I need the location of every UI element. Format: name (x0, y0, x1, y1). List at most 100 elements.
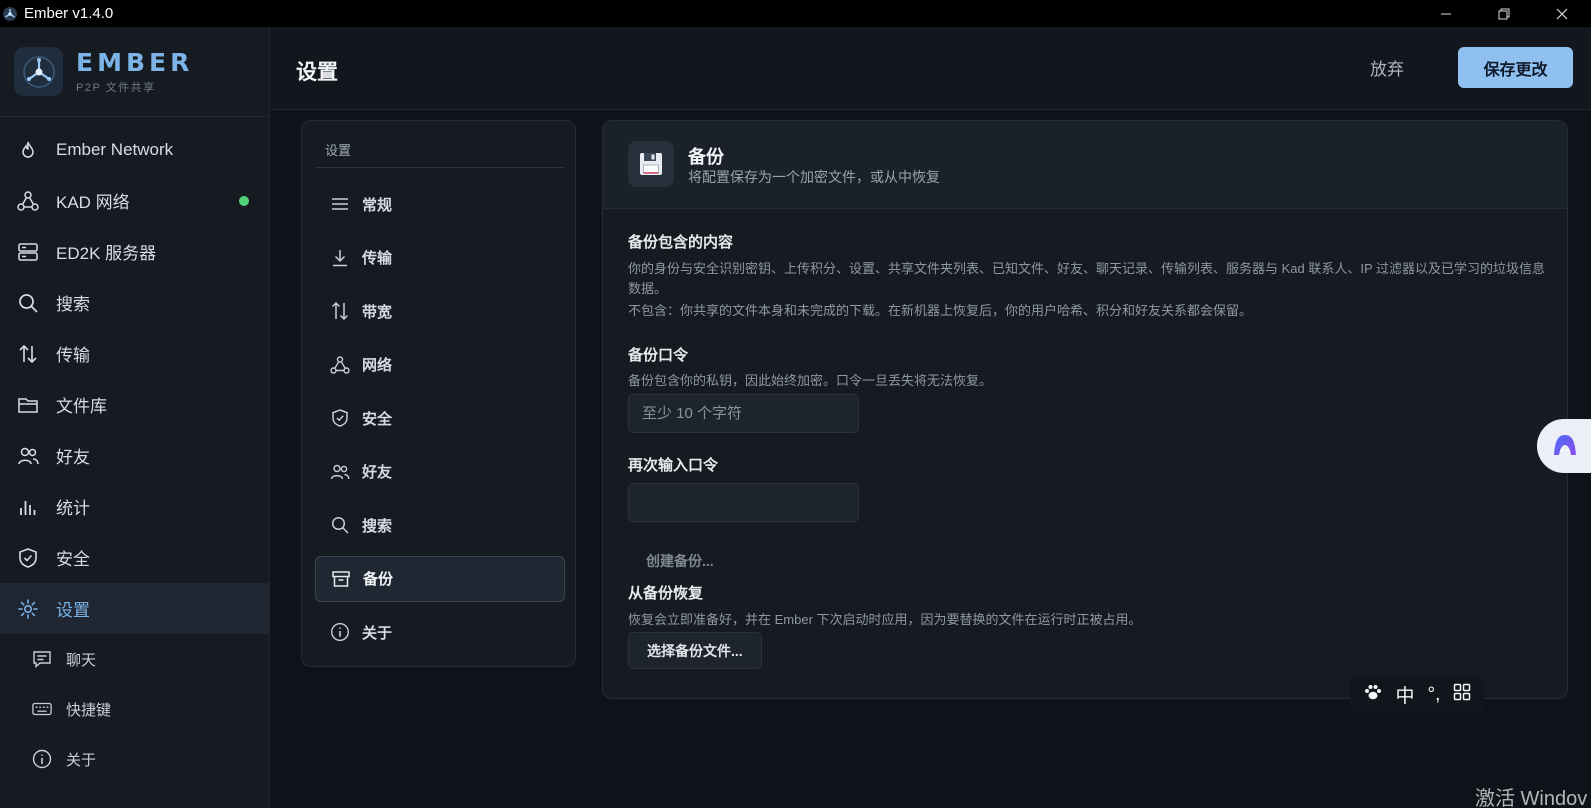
save-changes-button[interactable]: 保存更改 (1458, 47, 1573, 88)
page-header: 设置 放弃 保存更改 (271, 27, 1591, 110)
settings-tab-label: 备份 (363, 571, 394, 588)
sidebar-item-label: ED2K 服务器 (56, 244, 157, 263)
settings-tab-bandwidth[interactable]: 带宽 (315, 288, 565, 334)
sidebar-item-label: 搜索 (56, 295, 90, 314)
ember-logo (14, 47, 63, 96)
choose-backup-file-button[interactable]: 选择备份文件... (628, 632, 762, 669)
settings-tab-transfers[interactable]: 传输 (315, 235, 565, 281)
grid-icon[interactable] (1453, 683, 1471, 707)
sidebar-item-label: 安全 (56, 550, 90, 569)
sidebar-item-label: 好友 (56, 448, 90, 467)
sidebar-item-kad-network[interactable]: KAD 网络 (0, 175, 269, 226)
sidebar-subitem-label: 快捷键 (66, 701, 112, 719)
create-backup-button[interactable]: 创建备份... (628, 542, 732, 579)
minimize-button[interactable] (1417, 0, 1475, 27)
assistant-icon (1554, 435, 1576, 455)
sidebar: EMBER P2P 文件共享 Ember Network KAD 网络 ED2K… (0, 27, 270, 808)
sidebar-item-ed2k-servers[interactable]: ED2K 服务器 (0, 226, 269, 277)
contents-text: 你的身份与安全识别密钥、上传积分、设置、共享文件夹列表、已知文件、好友、聊天记录… (628, 261, 1546, 296)
sidebar-item-settings[interactable]: 设置 (0, 583, 269, 634)
sidebar-item-label: 设置 (56, 601, 90, 620)
app-icon (3, 6, 17, 21)
passphrase-hint: 备份包含你的私钥，因此始终加密。口令一旦丢失将无法恢复。 (628, 373, 993, 388)
settings-tab-friends[interactable]: 好友 (315, 449, 565, 495)
confirm-passphrase-title: 再次输入口令 (628, 457, 719, 474)
sidebar-item-friends[interactable]: 好友 (0, 430, 269, 481)
close-icon (1556, 8, 1568, 19)
online-status-dot (239, 195, 249, 206)
settings-tab-label: 安全 (362, 410, 393, 428)
sidebar-subitem-chat[interactable]: 聊天 (0, 634, 269, 684)
ime-mode-toggle[interactable]: 中 (1396, 681, 1415, 708)
sidebar-subitem-label: 关于 (66, 751, 97, 769)
sidebar-item-label: KAD 网络 (56, 193, 130, 212)
sidebar-subitem-shortcuts[interactable]: 快捷键 (0, 684, 269, 734)
flame-icon (17, 139, 39, 161)
backup-description: 将配置保存为一个加密文件，或从中恢复 (688, 169, 940, 185)
passphrase-input[interactable] (628, 394, 859, 433)
settings-tab-security[interactable]: 安全 (315, 395, 565, 441)
backup-panel-header: 备份 将配置保存为一个加密文件，或从中恢复 (603, 121, 1567, 209)
settings-tab-backup[interactable]: 备份 (315, 555, 565, 602)
ime-punctuation-toggle[interactable]: °, (1428, 684, 1441, 706)
page-title: 设置 (296, 61, 338, 84)
sidebar-item-label: 统计 (56, 499, 90, 518)
ime-toolbar: 中 °, (1350, 677, 1484, 712)
restore-title: 从备份恢复 (628, 585, 704, 602)
title-bar: Ember v1.4.0 (0, 0, 1591, 27)
shield-check-icon (17, 547, 39, 569)
settings-tab-label: 常规 (362, 196, 393, 214)
brand-subtitle: P2P 文件共享 (76, 82, 156, 94)
settings-nav-title: 设置 (325, 143, 352, 158)
shield-check-icon (330, 408, 350, 428)
sidebar-item-label: Ember Network (56, 139, 174, 159)
sidebar-item-library[interactable]: 文件库 (0, 379, 269, 430)
menu-lines-icon (330, 194, 350, 214)
main-nav: Ember Network KAD 网络 ED2K 服务器 搜索 传输 文件库 … (0, 117, 269, 784)
settings-tab-general[interactable]: 常规 (315, 181, 565, 227)
search-icon (330, 515, 350, 535)
folder-icon (17, 394, 39, 416)
sidebar-item-ember-network[interactable]: Ember Network (0, 124, 269, 175)
bar-chart-icon (17, 496, 39, 518)
discard-button[interactable]: 放弃 (1351, 47, 1423, 87)
friends-icon (330, 462, 350, 482)
friends-icon (17, 445, 39, 467)
ember-logo-icon (22, 55, 55, 88)
sidebar-item-security[interactable]: 安全 (0, 532, 269, 583)
settings-tab-search[interactable]: 搜索 (315, 502, 565, 548)
gear-icon (17, 598, 39, 620)
sidebar-item-label: 文件库 (56, 397, 107, 416)
sidebar-item-transfers[interactable]: 传输 (0, 328, 269, 379)
sidebar-subitem-about[interactable]: 关于 (0, 734, 269, 784)
backup-panel: 备份 将配置保存为一个加密文件，或从中恢复 备份包含的内容 你的身份与安全识别密… (602, 120, 1568, 699)
paw-icon[interactable] (1363, 682, 1383, 708)
sidebar-subitem-label: 聊天 (66, 651, 97, 669)
archive-icon (331, 569, 351, 589)
sidebar-item-search[interactable]: 搜索 (0, 277, 269, 328)
backup-title: 备份 (688, 147, 724, 167)
keyboard-icon (32, 699, 52, 719)
restore-icon (1498, 8, 1510, 19)
restore-button[interactable] (1475, 0, 1533, 27)
restore-text: 恢复会立即准备好，并在 Ember 下次启动时应用，因为要替换的文件在运行时正被… (628, 612, 1142, 627)
sidebar-item-label: 传输 (56, 346, 90, 365)
network-nodes-icon (330, 355, 350, 375)
sidebar-item-statistics[interactable]: 统计 (0, 481, 269, 532)
info-icon (330, 622, 350, 642)
info-icon (32, 749, 52, 769)
floating-assistant-button[interactable] (1537, 419, 1591, 473)
chat-icon (32, 649, 52, 669)
brand-name: EMBER (76, 48, 194, 77)
transfer-arrows-icon (17, 343, 39, 365)
close-button[interactable] (1533, 0, 1591, 27)
settings-tab-about[interactable]: 关于 (315, 609, 565, 655)
server-icon (17, 241, 39, 263)
contents-title: 备份包含的内容 (628, 234, 734, 251)
settings-tab-label: 搜索 (362, 517, 393, 535)
floppy-disk-icon (628, 141, 674, 187)
confirm-passphrase-input[interactable] (628, 483, 859, 522)
settings-tab-label: 传输 (362, 250, 393, 267)
settings-tab-network[interactable]: 网络 (315, 342, 565, 388)
settings-nav: 设置 常规 传输 带宽 网络 安全 好友 搜索 备份 关于 (301, 120, 576, 667)
